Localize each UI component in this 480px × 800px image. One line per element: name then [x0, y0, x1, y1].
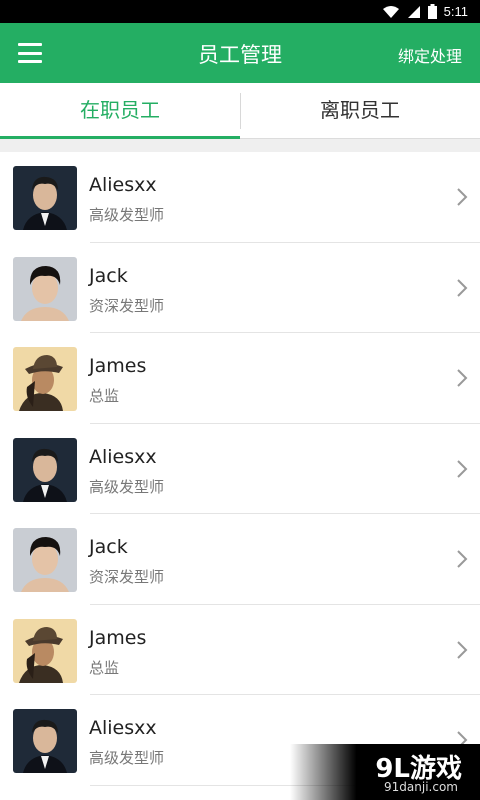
- status-bar: 5:11: [0, 0, 480, 23]
- signal-icon: [407, 5, 420, 18]
- employee-name: Aliesxx: [89, 717, 157, 739]
- list-item[interactable]: Jack 资深发型师: [0, 514, 480, 605]
- employee-role: 资深发型师: [89, 568, 165, 586]
- chevron-right-icon: [457, 640, 468, 659]
- avatar: [13, 347, 77, 411]
- list-item[interactable]: James 总监: [0, 333, 480, 424]
- employee-list: Aliesxx 高级发型师 Jack 资深发型师 James 总监 Aliesx…: [0, 152, 480, 800]
- employee-role: 总监: [89, 658, 120, 677]
- list-item[interactable]: Aliesxx 高级发型师: [0, 152, 480, 243]
- tab-active-employees[interactable]: 在职员工: [0, 83, 240, 139]
- chevron-right-icon: [457, 369, 468, 387]
- avatar: [13, 528, 77, 592]
- avatar: [13, 166, 77, 230]
- employee-name: Aliesxx: [89, 174, 157, 196]
- employee-name: Jack: [89, 536, 128, 558]
- battery-icon: [427, 4, 437, 19]
- avatar: [13, 437, 77, 502]
- tab-former-employees[interactable]: 离职员工: [240, 83, 480, 138]
- avatar: [13, 618, 77, 683]
- avatar: [13, 709, 77, 773]
- list-item[interactable]: Jack 资深发型师: [0, 243, 480, 333]
- wifi-icon: [382, 5, 399, 18]
- chevron-right-icon: [457, 459, 468, 478]
- employee-role: 总监: [89, 387, 120, 405]
- chevron-right-icon: [457, 188, 468, 206]
- app-bar: 员工管理 绑定处理: [0, 23, 480, 83]
- employee-name: James: [89, 355, 147, 377]
- employee-name: Aliesxx: [89, 445, 157, 468]
- employee-name: Jack: [89, 264, 128, 287]
- watermark-url: 91danji.com: [384, 780, 458, 794]
- chevron-right-icon: [457, 550, 468, 568]
- employee-name: James: [89, 626, 147, 649]
- avatar: [13, 256, 77, 321]
- status-time: 5:11: [443, 4, 468, 19]
- list-item[interactable]: Aliesxx 高级发型师: [0, 424, 480, 514]
- bind-handle-button[interactable]: 绑定处理: [398, 43, 462, 67]
- list-item[interactable]: James 总监: [0, 605, 480, 695]
- tab-bar: 在职员工 离职员工: [0, 83, 480, 139]
- watermark: 9L游戏 91danji.com: [290, 744, 480, 800]
- tab-divider: [240, 93, 241, 129]
- chevron-right-icon: [457, 278, 468, 297]
- employee-role: 高级发型师: [89, 749, 165, 767]
- employee-role: 高级发型师: [89, 477, 165, 496]
- employee-role: 高级发型师: [89, 206, 165, 224]
- employee-role: 资深发型师: [89, 296, 165, 315]
